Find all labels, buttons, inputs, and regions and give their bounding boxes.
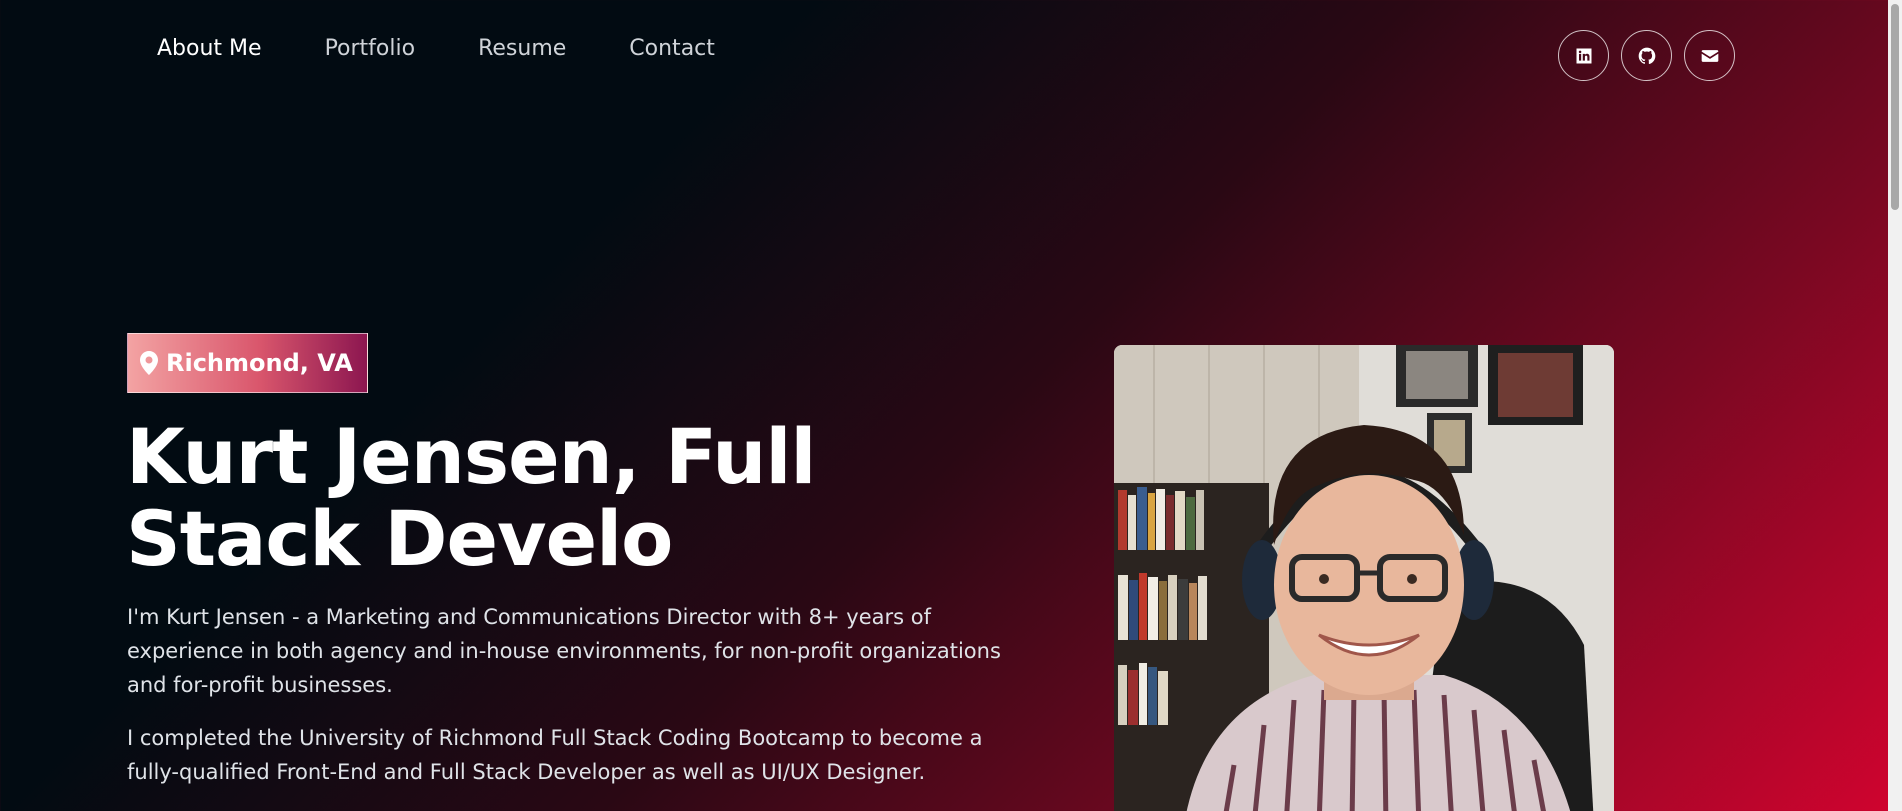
- nav-link-portfolio[interactable]: Portfolio: [325, 36, 416, 61]
- page-scrollbar[interactable]: [1888, 0, 1902, 811]
- social-links: [1558, 30, 1735, 81]
- bio-paragraph-1: I'm Kurt Jensen - a Marketing and Commun…: [127, 605, 1001, 697]
- main-nav: About Me Portfolio Resume Contact: [157, 36, 715, 61]
- nav-link-resume[interactable]: Resume: [478, 36, 566, 61]
- email-button[interactable]: [1684, 30, 1735, 81]
- linkedin-icon: [1576, 48, 1591, 63]
- map-pin-icon: [140, 351, 158, 375]
- nav-link-about-me[interactable]: About Me: [157, 36, 262, 61]
- hero-title: Kurt Jensen, Full Stack Develo: [126, 412, 816, 583]
- location-badge: Richmond, VA: [127, 333, 368, 393]
- profile-photo: [1114, 345, 1614, 811]
- bio-paragraph-2: I completed the University of Richmond F…: [127, 726, 983, 784]
- github-icon: [1638, 47, 1655, 64]
- nav-link-contact[interactable]: Contact: [629, 36, 715, 61]
- linkedin-button[interactable]: [1558, 30, 1609, 81]
- envelope-icon: [1701, 49, 1718, 62]
- github-button[interactable]: [1621, 30, 1672, 81]
- scrollbar-thumb[interactable]: [1891, 4, 1899, 210]
- location-text: Richmond, VA: [166, 349, 353, 377]
